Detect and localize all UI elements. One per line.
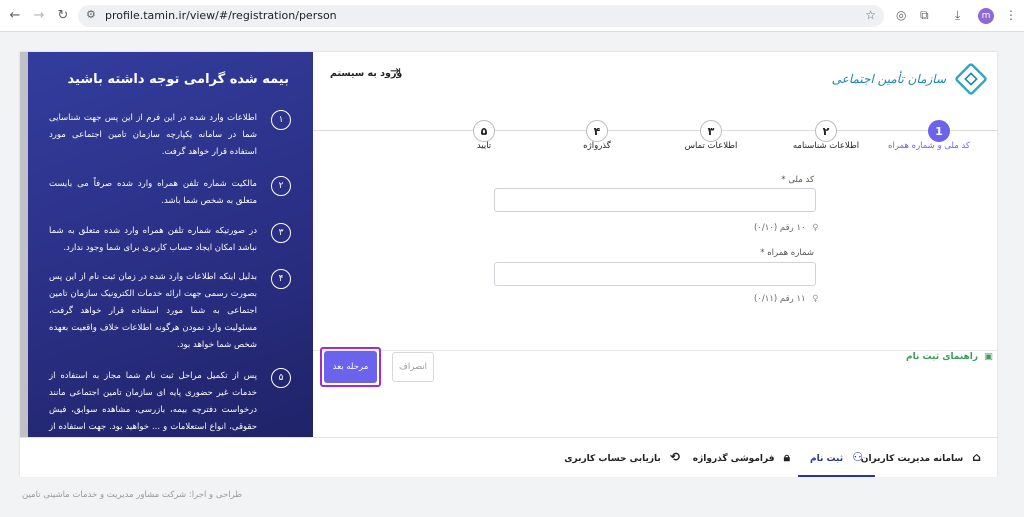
national-code-label: کد ملی *	[781, 175, 814, 185]
step-label: گذرواژه	[583, 141, 611, 151]
stepper-line	[313, 130, 997, 131]
info-item: ۳ در صورتیکه شماره تلفن همراه وارد شده م…	[49, 223, 291, 257]
info-title: بیمه شده گرامی توجه داشته باشید	[67, 72, 289, 87]
bottom-navigation: ⌂ سامانه مدیریت کاربران ⚇ ثبت نام 🔒︎ فرا…	[20, 437, 997, 477]
lock-icon: 🔒︎	[783, 450, 790, 464]
nav-register[interactable]: ⚇ ثبت نام	[798, 438, 875, 477]
national-code-hint: ♀ ۱۰ رقم (۰/۱۰)	[754, 223, 819, 233]
national-code-hint-text: ۱۰ رقم (۰/۱۰)	[754, 223, 806, 233]
info-panel: بیمه شده گرامی توجه داشته باشید ۱ اطلاعا…	[28, 52, 313, 437]
lightbulb-icon: ♀	[812, 223, 819, 233]
nav-user-management[interactable]: ⌂ سامانه مدیریت کاربران	[861, 438, 981, 477]
next-step-button[interactable]: مرحله بعد	[324, 351, 377, 383]
step-number: ۴	[586, 120, 608, 142]
clipboard-icon: ▣	[984, 352, 993, 362]
address-bar[interactable]: ⚙ profile.tamin.ir/view/#/registration/p…	[78, 5, 884, 27]
profile-avatar[interactable]: m	[978, 8, 994, 24]
actions-divider	[313, 350, 997, 351]
forward-icon[interactable]: →	[30, 7, 48, 25]
info-item: ۱ اطلاعات وارد شده در این فرم از این پس …	[49, 110, 291, 161]
scrollbar[interactable]	[20, 52, 28, 437]
info-number: ۳	[271, 223, 291, 243]
mobile-label: شماره همراه *	[760, 248, 814, 258]
info-item: ۵ پس از تکمیل مراحل ثبت نام شما مجاز به …	[49, 368, 291, 437]
guide-label: راهنمای ثبت نام	[906, 352, 979, 362]
step-label: اطلاعات تماس	[684, 141, 738, 151]
tamin-logo-icon	[954, 62, 988, 96]
info-number: ۵	[271, 368, 291, 388]
nav-forgot-password[interactable]: 🔒︎ فراموشی گذرواژه	[693, 438, 790, 477]
step-label: کد ملی و شماره همراه	[888, 141, 970, 151]
lightbulb-icon: ♀	[812, 294, 819, 304]
step-label: اطلاعات شناسنامه	[792, 141, 860, 151]
back-icon[interactable]: ←	[6, 7, 24, 25]
info-item: ۴ بدلیل اینکه اطلاعات وارد شده در زمان ث…	[49, 269, 291, 354]
step-number: ۲	[815, 120, 837, 142]
mobile-hint-text: ۱۱ رقم (۰/۱۱)	[754, 294, 806, 304]
nav-account-recovery[interactable]: ⟲ بازیابی حساب کاربری	[564, 438, 680, 477]
info-number: ۱	[271, 110, 291, 130]
mobile-hint: ♀ ۱۱ رقم (۰/۱۱)	[754, 294, 819, 304]
required-mark: *	[781, 175, 786, 185]
step-label: تایید	[476, 141, 492, 151]
footer-credit: طراحی و اجرا: شرکت مشاور مدیریت و خدمات …	[22, 490, 243, 500]
download-icon[interactable]: ⤓	[955, 8, 960, 23]
nav-label: سامانه مدیریت کاربران	[860, 454, 964, 464]
url-text[interactable]: profile.tamin.ir/view/#/registration/per…	[105, 9, 337, 22]
add-user-icon: ⚇	[852, 450, 863, 464]
info-text: پس از تکمیل مراحل ثبت نام شما مجاز به اس…	[49, 371, 257, 432]
required-mark: *	[760, 248, 765, 258]
tamin-logo: سازمان تأمین اجتماعی	[832, 62, 988, 98]
step-number: 1	[928, 120, 950, 142]
step-number: ۵	[473, 120, 495, 142]
info-item: ۲ مالکیت شماره تلفن همراه وارد شده صرفاً…	[49, 176, 291, 210]
nav-label: ثبت نام	[810, 454, 844, 464]
info-text: بدلیل اینکه اطلاعات وارد شده در زمان ثبت…	[49, 272, 257, 350]
reload-icon[interactable]: ↻	[54, 7, 72, 25]
mobile-label-text: شماره همراه	[767, 248, 814, 258]
browser-toolbar: ← → ↻ ⚙ profile.tamin.ir/view/#/registra…	[0, 0, 1024, 32]
info-text: در صورتیکه شماره تلفن همراه وارد شده متع…	[49, 226, 257, 253]
registration-guide-link[interactable]: ▣ راهنمای ثبت نام	[906, 352, 993, 362]
national-code-input[interactable]	[494, 188, 816, 212]
home-icon: ⌂	[972, 450, 981, 464]
camera-icon[interactable]: ◎	[896, 8, 906, 22]
extensions-icon[interactable]: ⧉	[920, 8, 929, 23]
nav-label: فراموشی گذرواژه	[692, 454, 775, 464]
mobile-input[interactable]	[494, 262, 816, 286]
bookmark-star-icon[interactable]: ☆	[865, 8, 876, 22]
national-code-label-text: کد ملی	[788, 175, 814, 185]
info-text: مالکیت شماره تلفن همراه وارد شده صرفاً م…	[49, 179, 257, 206]
info-number: ۴	[271, 269, 291, 289]
site-info-icon[interactable]: ⚙	[86, 8, 96, 21]
login-icon[interactable]: ⇥	[390, 64, 406, 80]
recover-icon: ⟲	[669, 450, 680, 464]
nav-label: بازیابی حساب کاربری	[564, 454, 661, 464]
info-text: اطلاعات وارد شده در این فرم از این پس جه…	[49, 113, 257, 157]
step-number: ۳	[700, 120, 722, 142]
logo-text: سازمان تأمین اجتماعی	[831, 72, 946, 86]
menu-icon[interactable]: ⋮	[1005, 8, 1017, 22]
info-number: ۲	[271, 176, 291, 196]
cancel-button[interactable]: انصراف	[392, 352, 434, 382]
